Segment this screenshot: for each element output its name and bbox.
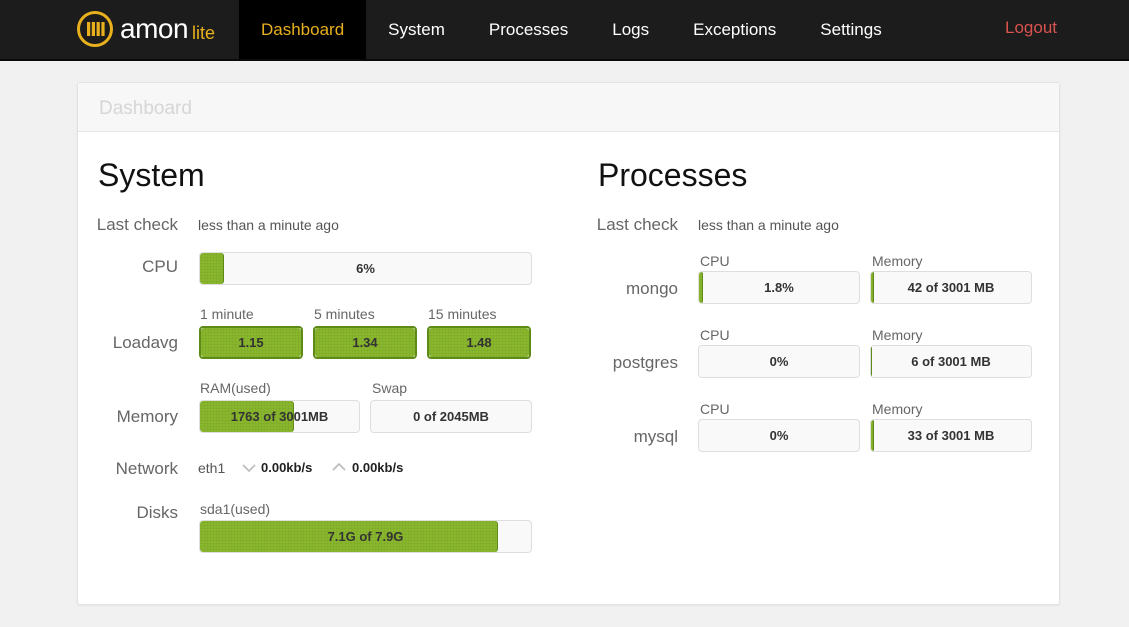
- loadavg-15min-value: 1.48: [466, 335, 492, 350]
- processes-last-check-value: less than a minute ago: [698, 217, 839, 233]
- network-down-value: 0.00kb/s: [261, 460, 313, 475]
- postgres-memory-value: 6 of 3001 MB: [911, 354, 991, 369]
- mysql-cpu-label: CPU: [700, 401, 730, 417]
- processes-title: Processes: [598, 157, 748, 193]
- system-last-check-label: Last check: [96, 215, 178, 234]
- postgres-memory-label: Memory: [872, 327, 923, 343]
- app-name: amon: [120, 13, 189, 44]
- loadavg-15min-label: 15 minutes: [428, 306, 497, 322]
- disks-label: Disks: [136, 503, 178, 522]
- postgres-memory-bar: 6 of 3001 MB: [870, 345, 1032, 378]
- cpu-value: 6%: [356, 261, 375, 276]
- mongo-cpu-value: 1.8%: [764, 280, 794, 295]
- mysql-memory-value: 33 of 3001 MB: [907, 428, 995, 443]
- nav-settings[interactable]: Settings: [798, 0, 903, 59]
- app-logo[interactable]: amon lite: [76, 10, 215, 48]
- ram-bar: 1763 of 3001MB: [199, 400, 360, 433]
- mysql-cpu-bar: 0%: [698, 419, 860, 452]
- process-name-mysql: mysql: [633, 427, 678, 446]
- app-edition: lite: [192, 22, 216, 43]
- dashboard-card: Dashboard System Last check less than a …: [77, 82, 1060, 605]
- card-header: Dashboard: [78, 83, 1059, 132]
- nav-system[interactable]: System: [366, 0, 467, 59]
- swap-label: Swap: [372, 380, 408, 396]
- main-nav: Dashboard System Processes Logs Exceptio…: [239, 0, 904, 59]
- mongo-cpu-bar: 1.8%: [698, 271, 860, 304]
- mysql-memory-label: Memory: [872, 401, 923, 417]
- download-arrow-icon: [242, 464, 256, 473]
- loadavg-5min-label: 5 minutes: [314, 306, 375, 322]
- mongo-cpu-label: CPU: [700, 253, 730, 269]
- system-title: System: [98, 157, 205, 193]
- disk-bar: 7.1G of 7.9G: [199, 520, 532, 553]
- amon-logo-icon: [77, 11, 113, 47]
- mongo-memory-bar: 42 of 3001 MB: [870, 271, 1032, 304]
- memory-label: Memory: [116, 407, 178, 426]
- loadavg-label: Loadavg: [112, 333, 178, 352]
- nav-dashboard[interactable]: Dashboard: [239, 0, 367, 59]
- system-last-check-value: less than a minute ago: [198, 217, 339, 233]
- process-name-postgres: postgres: [612, 353, 678, 372]
- upload-arrow-icon: [332, 462, 346, 471]
- postgres-cpu-value: 0%: [769, 354, 789, 369]
- mongo-memory-label: Memory: [872, 253, 923, 269]
- disk-value: 7.1G of 7.9G: [327, 529, 404, 544]
- network-up-value: 0.00kb/s: [352, 460, 404, 475]
- network-interface: eth1: [198, 460, 226, 476]
- logout-link[interactable]: Logout: [1005, 0, 1057, 56]
- postgres-cpu-label: CPU: [700, 327, 730, 343]
- loadavg-5min-bar: 1.34: [313, 326, 417, 359]
- disk-name: sda1(used): [200, 501, 271, 517]
- network-label: Network: [115, 459, 178, 478]
- swap-value: 0 of 2045MB: [413, 409, 489, 424]
- cpu-label: CPU: [142, 257, 178, 276]
- swap-bar: 0 of 2045MB: [370, 400, 532, 433]
- nav-processes[interactable]: Processes: [467, 0, 590, 59]
- mongo-memory-value: 42 of 3001 MB: [907, 280, 995, 295]
- loadavg-1min-label: 1 minute: [200, 306, 254, 322]
- nav-exceptions[interactable]: Exceptions: [671, 0, 798, 59]
- processes-last-check-label: Last check: [596, 215, 678, 234]
- cpu-bar: 6%: [199, 252, 532, 285]
- loadavg-5min-value: 1.34: [352, 335, 378, 350]
- ram-value: 1763 of 3001MB: [230, 409, 329, 424]
- postgres-cpu-bar: 0%: [698, 345, 860, 378]
- nav-logs[interactable]: Logs: [590, 0, 671, 59]
- loadavg-1min-value: 1.15: [238, 335, 264, 350]
- loadavg-15min-bar: 1.48: [427, 326, 531, 359]
- loadavg-1min-bar: 1.15: [199, 326, 303, 359]
- mysql-cpu-value: 0%: [769, 428, 789, 443]
- top-navbar: amon lite Dashboard System Processes Log…: [0, 0, 1129, 61]
- process-name-mongo: mongo: [626, 279, 678, 298]
- ram-label: RAM(used): [200, 380, 271, 396]
- mysql-memory-bar: 33 of 3001 MB: [870, 419, 1032, 452]
